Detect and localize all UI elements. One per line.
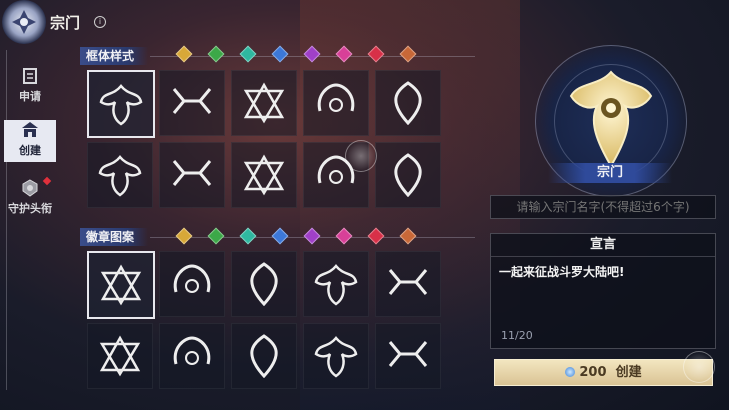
guardian-icon [22,179,38,197]
badge-gem-gold[interactable] [175,227,193,245]
sect-logo-icon [2,0,46,44]
diamond-currency-icon [565,367,576,377]
frame-gem-orange[interactable] [399,45,417,63]
nav-item-create[interactable]: 创建 [4,120,56,162]
manifesto-char-counter: 11/20 [501,329,533,342]
frame-gem-blue[interactable] [271,45,289,63]
badge-gem-red[interactable] [367,227,385,245]
badge-pattern-option[interactable] [87,323,153,389]
sparkle-effect [345,140,377,172]
badge-pattern-option[interactable] [159,251,225,317]
nav-item-guardian-label: 守护头衔 [8,202,52,215]
nav-item-apply[interactable]: 申请 [4,66,56,108]
badge-gem-purple[interactable] [303,227,321,245]
frame-style-header: 框体样式 [80,47,149,65]
create-icon [22,122,38,137]
badge-gem-orange[interactable] [399,227,417,245]
create-label: 创建 [615,365,642,380]
badge-pattern-option[interactable] [87,251,155,319]
nav-item-apply-label: 申请 [19,90,41,103]
badge-tiger-icon [314,336,358,378]
button-sparkle-effect [683,351,715,383]
badge-pattern-option[interactable] [231,323,297,389]
frame-style-option[interactable] [159,70,225,136]
badge-tree-icon [388,269,428,295]
badge-pattern-option[interactable] [303,323,369,389]
frame-style-3-icon [243,82,285,124]
badge-pattern-option[interactable] [375,323,441,389]
frame-style-option[interactable] [303,70,369,136]
frame-style-option[interactable] [375,70,441,136]
frame-style-6-icon [98,155,142,197]
badge-sword-icon [250,262,278,306]
badge-dragon-icon [250,334,278,378]
manifesto-text[interactable]: 一起来征战斗罗大陆吧! [491,257,715,286]
frame-style-option[interactable] [87,70,155,138]
apply-icon [23,68,37,84]
frame-style-option[interactable] [231,142,297,208]
nav-item-create-label: 创建 [19,144,41,157]
frame-style-option[interactable] [87,142,153,208]
frame-gem-teal[interactable] [239,45,257,63]
badge-gem-pink[interactable] [335,227,353,245]
badge-wing-icon [173,336,211,365]
badge-gem-blue[interactable] [271,227,289,245]
frame-gem-pink[interactable] [335,45,353,63]
frame-gem-purple[interactable] [303,45,321,63]
manifesto-box[interactable]: 宣言 一起来征战斗罗大陆吧! 11/20 [490,233,716,349]
badge-pattern-header: 徽章图案 [80,228,149,246]
frame-style-5-icon [394,81,422,125]
manifesto-title: 宣言 [491,234,715,257]
page-title: 宗门 [50,14,81,32]
badge-hammer-icon [314,264,358,306]
notification-dot [42,176,52,186]
badge-pattern-option[interactable] [231,251,297,317]
badge-pattern-option[interactable] [375,251,441,317]
badge-gem-green[interactable] [207,227,225,245]
frame-style-option[interactable] [159,142,225,208]
frame-style-2-icon [172,88,212,114]
create-cost: 200 [579,365,607,380]
badge-orb-icon [100,264,142,306]
badge-pattern-option[interactable] [303,251,369,317]
badge-pattern-option[interactable] [159,323,225,389]
frame-gem-green[interactable] [207,45,225,63]
frame-style-option[interactable] [231,70,297,136]
emblem-preview-icon [569,70,653,168]
badge-gem-teal[interactable] [239,227,257,245]
frame-gem-red[interactable] [367,45,385,63]
frame-style-8-icon [243,154,285,196]
emblem-name-plate: 宗门 [548,163,672,183]
create-button[interactable]: 200 创建 [494,359,713,386]
badge-crest-icon [173,264,211,293]
frame-gem-gold[interactable] [175,45,193,63]
frame-style-7-icon [172,160,212,186]
info-icon[interactable]: i [94,16,106,28]
frame-style-10-icon [394,153,422,197]
frame-style-4-icon [317,83,355,112]
badge-shield-icon [99,335,141,377]
badge-beast-icon [388,341,428,367]
frame-style-1-icon [99,84,143,126]
sect-name-input[interactable] [490,195,716,219]
nav-item-guardian-title[interactable]: 守护头衔 [4,176,56,220]
frame-style-option[interactable] [375,142,441,208]
